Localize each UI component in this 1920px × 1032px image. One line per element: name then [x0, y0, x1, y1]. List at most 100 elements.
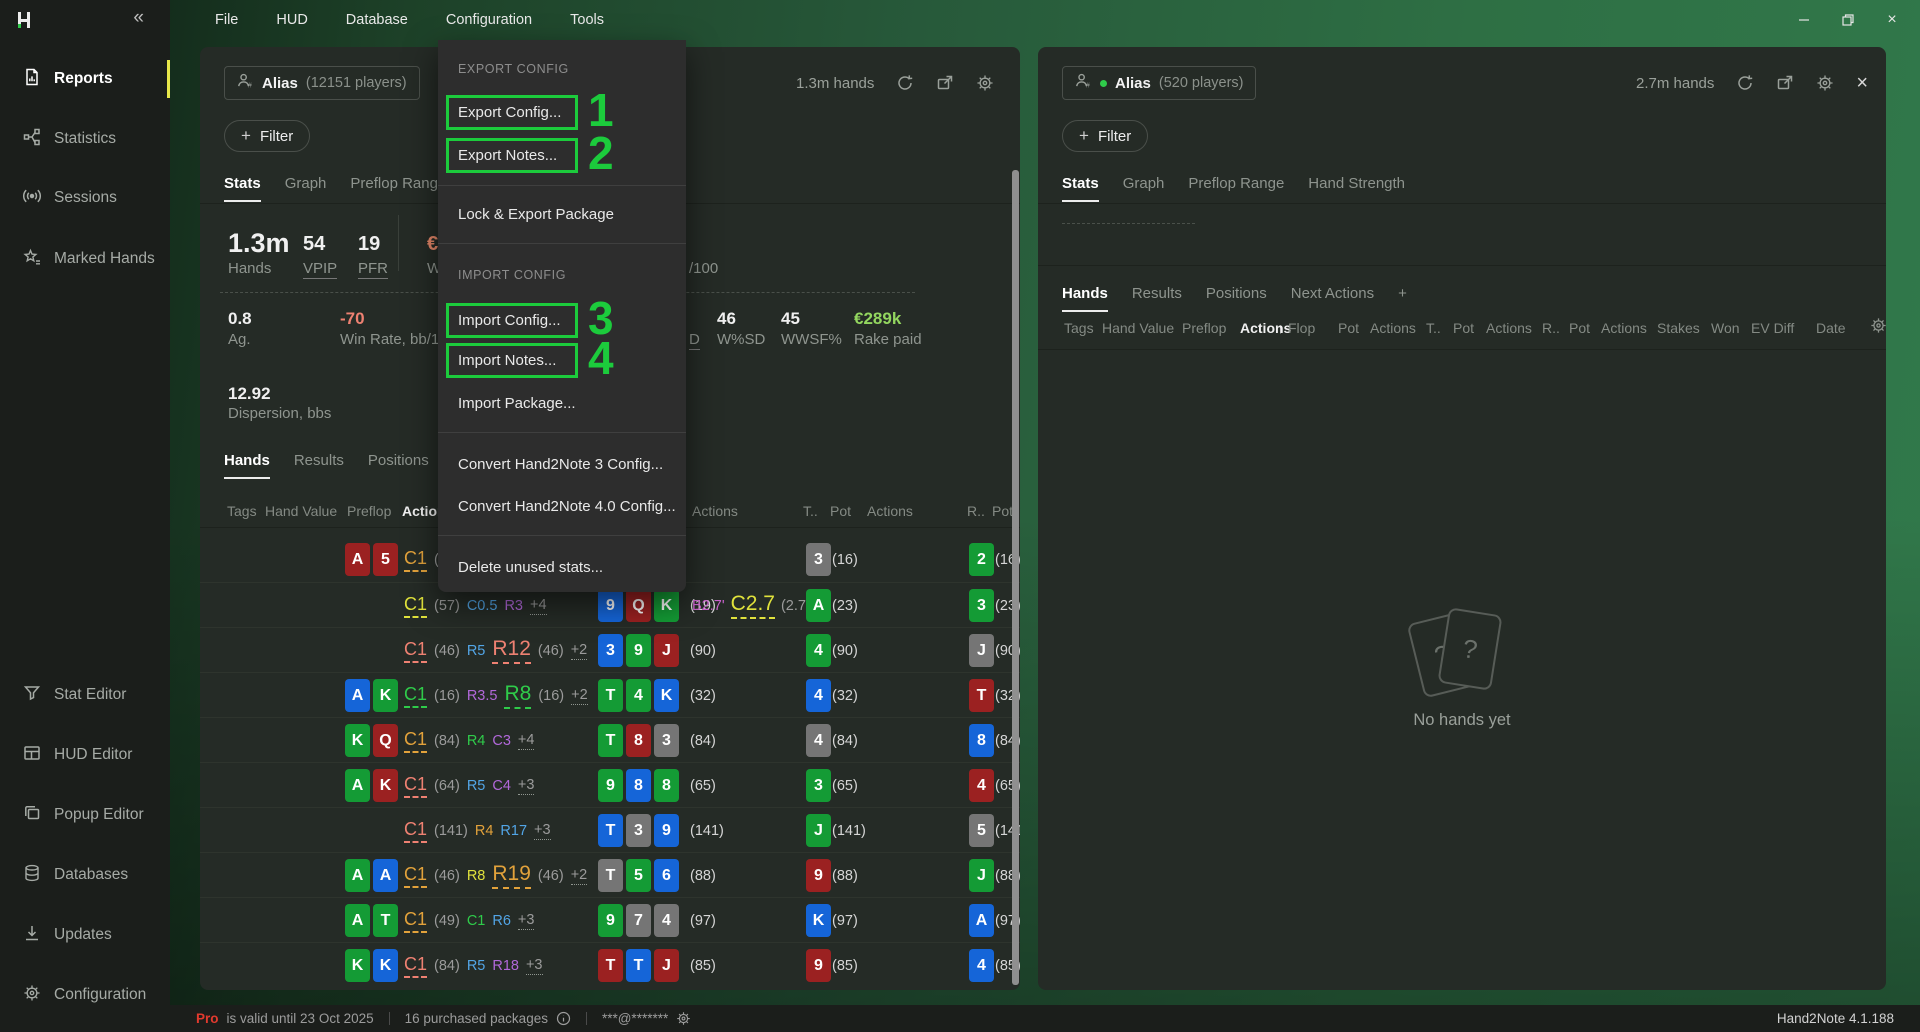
sidebar-collapse-button[interactable]: « — [133, 7, 144, 29]
right-table-tab-next-actions[interactable]: Next Actions — [1291, 285, 1374, 312]
column-header-date[interactable]: Date — [1816, 320, 1846, 336]
column-header-t[interactable]: T.. — [803, 503, 818, 519]
minimize-button[interactable] — [1782, 0, 1826, 40]
info-icon[interactable] — [556, 1011, 571, 1026]
column-header-actions[interactable]: Actions — [1601, 320, 1647, 336]
sidebar-item-hud-editor[interactable]: HUD Editor — [0, 733, 170, 777]
menubar-item-tools[interactable]: Tools — [551, 0, 623, 40]
column-header-ev-diff[interactable]: EV Diff — [1751, 320, 1794, 336]
left-table-tab-hands[interactable]: Hands — [224, 452, 270, 479]
column-header-preflop[interactable]: Preflop — [1182, 320, 1226, 336]
popout-icon[interactable] — [936, 74, 954, 92]
menu-item-lock-export-package[interactable]: Lock & Export Package — [438, 200, 686, 230]
sidebar-item-marked-hands[interactable]: Marked Hands — [0, 237, 170, 281]
popout-icon[interactable] — [1776, 74, 1794, 92]
menu-item-import-config-box[interactable]: Import Config... — [446, 303, 578, 338]
packages-text[interactable]: 16 purchased packages — [405, 1011, 548, 1026]
stat-label[interactable]: D — [689, 331, 700, 350]
sidebar-item-statistics[interactable]: Statistics — [0, 117, 170, 161]
sidebar-item-stat-editor[interactable]: Stat Editor — [0, 673, 170, 717]
close-panel-icon[interactable]: × — [1856, 74, 1868, 92]
column-header-tags[interactable]: Tags — [1064, 320, 1094, 336]
refresh-icon[interactable] — [896, 74, 914, 92]
sidebar-item-configuration[interactable]: Configuration — [0, 973, 170, 1017]
right-table-tab-hands[interactable]: Hands — [1062, 285, 1108, 312]
table-row[interactable]: AKC1(16)R3.5R8(16)+2T4K(32)4(32)T(32) — [200, 672, 1020, 717]
sidebar-item-reports[interactable]: Reports — [0, 57, 170, 101]
sidebar-item-updates[interactable]: Updates — [0, 913, 170, 957]
column-header-won[interactable]: Won — [1711, 320, 1740, 336]
column-header-r[interactable]: R.. — [967, 503, 985, 519]
column-header-preflop[interactable]: Preflop — [347, 503, 391, 519]
maximize-button[interactable] — [1826, 0, 1870, 40]
stat-value: -70 — [340, 309, 365, 329]
column-header-actions[interactable]: Actions — [1486, 320, 1532, 336]
filter-button-left[interactable]: + Filter — [224, 120, 310, 152]
column-header-pot[interactable]: Pot — [992, 503, 1013, 519]
menu-item-delete-unused-stats[interactable]: Delete unused stats... — [438, 553, 686, 583]
table-row[interactable]: AKC1(64)R5C4+3988(65)3(65)4(65) — [200, 762, 1020, 807]
left-table-tab-positions[interactable]: Positions — [368, 452, 429, 479]
right-tab-graph[interactable]: Graph — [1123, 175, 1165, 202]
left-table-tab-results[interactable]: Results — [294, 452, 344, 479]
right-table-tab-results[interactable]: Results — [1132, 285, 1182, 312]
gear-icon[interactable] — [976, 74, 994, 92]
stat-label[interactable]: PFR — [358, 260, 388, 279]
turn-pot: (85) — [832, 943, 858, 988]
column-header-actions[interactable]: Actions — [867, 503, 913, 519]
menu-item-convert-hand2note-4-0-config[interactable]: Convert Hand2Note 4.0 Config... — [438, 492, 686, 522]
refresh-icon[interactable] — [1736, 74, 1754, 92]
sidebar-item-databases[interactable]: Databases — [0, 853, 170, 897]
sidebar-item-sessions[interactable]: Sessions — [0, 176, 170, 220]
menubar-item-configuration[interactable]: Configuration — [427, 0, 551, 40]
menubar-item-file[interactable]: File — [196, 0, 257, 40]
table-row[interactable]: KQC1(84)R4C3+4T83(84)4(84)8(84) — [200, 717, 1020, 762]
left-tab-stats[interactable]: Stats — [224, 175, 261, 202]
left-tab-preflop-range[interactable]: Preflop Range — [350, 175, 446, 202]
close-button[interactable]: × — [1870, 0, 1914, 40]
column-header-hand-value[interactable]: Hand Value — [265, 503, 337, 519]
column-header-pot[interactable]: Pot — [1338, 320, 1359, 336]
menubar-item-hud[interactable]: HUD — [257, 0, 326, 40]
menu-item-import-package[interactable]: Import Package... — [438, 389, 686, 419]
table-row[interactable]: ATC1(49)C1R6+3974(97)K(97)A(97) — [200, 897, 1020, 942]
alias-chip-left[interactable]: # Alias (12151 players) — [224, 66, 420, 100]
column-header-r[interactable]: R.. — [1542, 320, 1560, 336]
column-header-stakes[interactable]: Stakes — [1657, 320, 1700, 336]
column-header-actions[interactable]: Actions — [692, 503, 738, 519]
turn-card: 9 — [806, 943, 831, 988]
column-header-pot[interactable]: Pot — [1569, 320, 1590, 336]
column-header-actions[interactable]: Actions — [1370, 320, 1416, 336]
gear-icon[interactable] — [1816, 74, 1834, 92]
right-table-tab-positions[interactable]: Positions — [1206, 285, 1267, 312]
menu-item-import-notes-box[interactable]: Import Notes... — [446, 343, 578, 378]
column-header-hand-value[interactable]: Hand Value — [1102, 320, 1174, 336]
action-label: +2 — [571, 642, 588, 660]
menu-item-export-notes-box[interactable]: Export Notes... — [446, 138, 578, 173]
column-header-t[interactable]: T.. — [1426, 320, 1441, 336]
stat-label[interactable]: VPIP — [303, 260, 337, 279]
column-header-flop[interactable]: Flop — [1288, 320, 1315, 336]
column-header-pot[interactable]: Pot — [1453, 320, 1474, 336]
table-row[interactable]: C1(141)R4R17+3T39(141)J(141)5(141) — [200, 807, 1020, 852]
menu-item-convert-hand2note-3-config[interactable]: Convert Hand2Note 3 Config... — [438, 450, 686, 480]
table-row[interactable]: KKC1(84)R5R18+3TTJ(85)9(85)4(85) — [200, 942, 1020, 987]
table-row[interactable]: C1(46)R5R12(46)+239J(90)4(90)J(90) — [200, 627, 1020, 672]
right-tab-preflop-range[interactable]: Preflop Range — [1188, 175, 1284, 202]
menu-item-export-config-box[interactable]: Export Config... — [446, 95, 578, 130]
scrollbar-thumb[interactable] — [1012, 170, 1019, 985]
right-tab-stats[interactable]: Stats — [1062, 175, 1099, 202]
alias-chip-right[interactable]: # Alias (520 players) — [1062, 66, 1256, 100]
table-row[interactable]: AAC1(46)R8R19(46)+2T56(88)9(88)J(88) — [200, 852, 1020, 897]
menubar-item-database[interactable]: Database — [327, 0, 427, 40]
right-tab-hand-strength[interactable]: Hand Strength — [1308, 175, 1405, 202]
column-header-pot[interactable]: Pot — [830, 503, 851, 519]
column-header-tags[interactable]: Tags — [227, 503, 257, 519]
filter-button-right[interactable]: + Filter — [1062, 120, 1148, 152]
flop-cards: T56(88) — [598, 853, 716, 898]
right-table-tab-add[interactable]: + — [1398, 285, 1407, 312]
left-tab-graph[interactable]: Graph — [285, 175, 327, 202]
columns-gear-icon[interactable] — [1870, 317, 1886, 334]
sidebar-item-popup-editor[interactable]: Popup Editor — [0, 793, 170, 837]
account-gear-icon[interactable] — [676, 1011, 691, 1026]
